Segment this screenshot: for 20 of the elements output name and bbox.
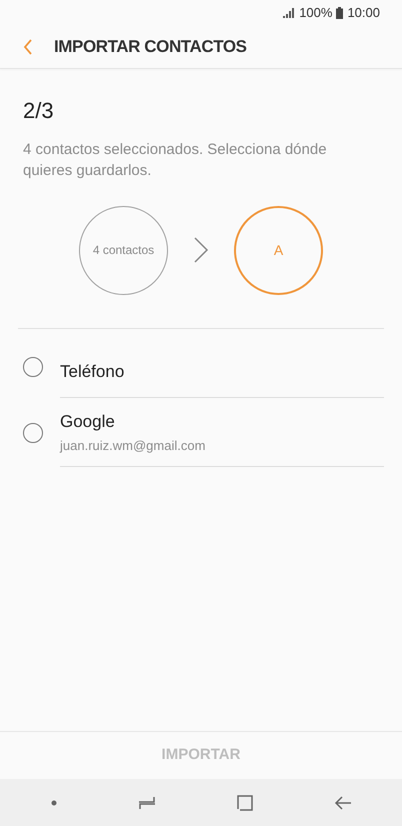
radio-button[interactable]: [23, 356, 43, 376]
signal-icon: [283, 8, 296, 18]
chevron-left-icon: [23, 39, 33, 55]
option-label: Teléfono: [60, 361, 126, 384]
screen-title: IMPORTAR CONTACTOS: [54, 36, 247, 58]
account-email: juan.ruiz.wm@gmail.com: [60, 437, 206, 455]
battery-percent: 100%: [299, 4, 332, 22]
clock-time: 10:00: [347, 4, 380, 22]
storage-option[interactable]: Google juan.ruiz.wm@gmail.com: [18, 398, 384, 467]
radio-button[interactable]: [23, 422, 43, 442]
description-text: 4 contactos seleccionados. Selecciona dónde quieres guardarlos.: [23, 140, 328, 181]
dot-icon: [50, 800, 56, 806]
step-counter: 2/3: [23, 97, 55, 125]
home-icon[interactable]: [236, 794, 252, 810]
back-icon[interactable]: [334, 796, 352, 810]
storage-option[interactable]: Teléfono: [18, 335, 384, 398]
chevron-right-icon: [193, 236, 209, 264]
battery-icon: [336, 7, 344, 19]
option-label: Google: [60, 410, 116, 432]
recent-apps-icon[interactable]: [138, 796, 156, 810]
